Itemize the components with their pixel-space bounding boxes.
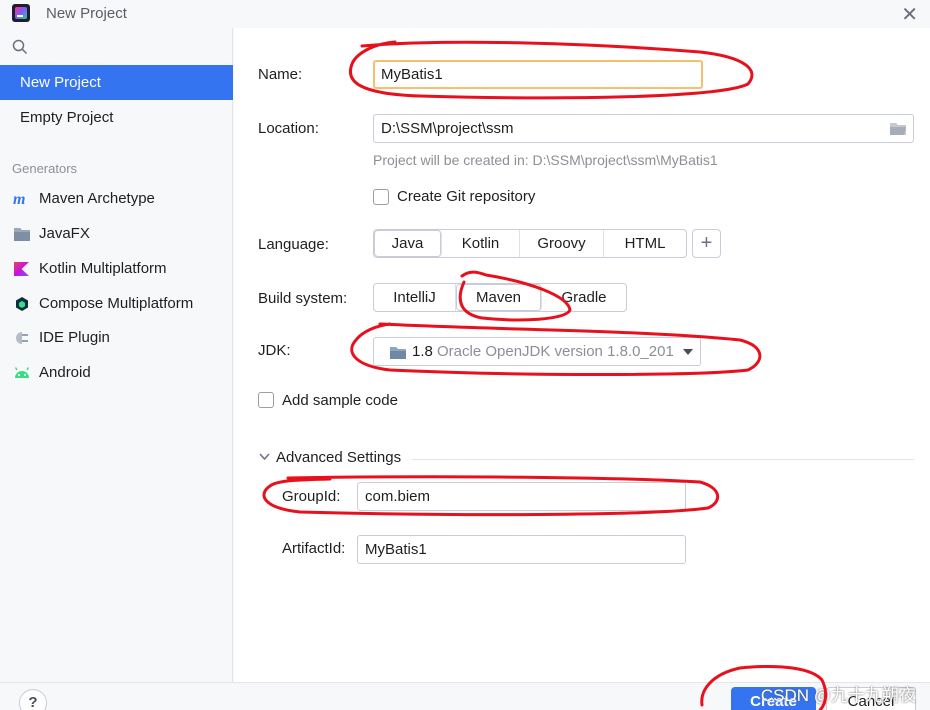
jdk-name: Oracle OpenJDK version 1.8.0_201 (437, 343, 674, 360)
sidebar-item-android[interactable]: Android (0, 356, 233, 390)
add-sample-code-checkbox[interactable] (258, 392, 274, 408)
window-title: New Project (46, 5, 127, 22)
sidebar-item-label: Maven Archetype (39, 190, 155, 207)
sidebar-item-label: Android (39, 364, 91, 381)
location-label: Location: (258, 120, 319, 137)
sidebar-item-compose-multiplatform[interactable]: Compose Multiplatform (0, 287, 233, 321)
svg-text:m: m (13, 191, 25, 207)
jdk-folder-icon (390, 347, 406, 359)
name-input[interactable]: MyBatis1 (373, 60, 703, 89)
help-button[interactable]: ? (19, 689, 47, 710)
build-option-maven[interactable]: Maven (456, 284, 542, 311)
build-option-gradle[interactable]: Gradle (542, 284, 626, 311)
maven-icon: m (13, 191, 25, 207)
sidebar-item-label: IDE Plugin (39, 329, 110, 346)
create-git-label: Create Git repository (397, 188, 536, 205)
language-option-java[interactable]: Java (374, 230, 442, 257)
language-option-html[interactable]: HTML (604, 230, 686, 257)
sidebar: New Project Empty Project Generators m M… (0, 28, 233, 682)
groupid-input-value: com.biem (365, 488, 431, 505)
add-sample-code-label: Add sample code (282, 392, 398, 409)
compose-icon (16, 297, 28, 311)
add-language-button[interactable]: + (692, 229, 721, 258)
dialog-footer: ? Create Cancel CSDN @九十九朔夜 (0, 682, 930, 710)
sidebar-item-label: Compose Multiplatform (39, 295, 194, 312)
kotlin-icon (14, 262, 29, 276)
sidebar-item-label: Kotlin Multiplatform (39, 260, 167, 277)
advanced-settings-toggle[interactable]: Advanced Settings (276, 449, 401, 466)
name-label: Name: (258, 66, 303, 83)
location-input[interactable]: D:\SSM\project\ssm (373, 114, 914, 143)
language-selector: Java Kotlin Groovy HTML (373, 229, 687, 258)
build-option-intellij[interactable]: IntelliJ (374, 284, 456, 311)
sidebar-item-ide-plugin[interactable]: IDE Plugin (0, 321, 233, 355)
build-system-selector: IntelliJ Maven Gradle (373, 283, 627, 312)
language-label: Language: (258, 236, 329, 253)
artifactid-label: ArtifactId: (282, 540, 346, 557)
jdk-label: JDK: (258, 342, 291, 359)
artifactid-input[interactable]: MyBatis1 (357, 535, 686, 564)
chevron-down-icon (683, 349, 693, 355)
sidebar-item-label: Empty Project (20, 109, 114, 126)
groupid-label: GroupId: (282, 488, 341, 505)
language-option-groovy[interactable]: Groovy (520, 230, 604, 257)
create-git-checkbox[interactable] (373, 189, 389, 205)
jdk-dropdown[interactable]: 1.8 Oracle OpenJDK version 1.8.0_201 (373, 337, 701, 366)
sidebar-item-new-project[interactable]: New Project (0, 65, 233, 100)
section-divider (412, 459, 914, 460)
generators-heading: Generators (12, 161, 78, 176)
close-icon[interactable]: ✕ (901, 2, 918, 27)
plugin-icon (16, 332, 28, 344)
javafx-icon (14, 228, 30, 241)
sidebar-item-kotlin-multiplatform[interactable]: Kotlin Multiplatform (0, 252, 233, 286)
chevron-down-icon[interactable] (259, 453, 270, 461)
artifactid-input-value: MyBatis1 (365, 541, 427, 558)
sidebar-item-empty-project[interactable]: Empty Project (0, 100, 233, 135)
sidebar-item-label: JavaFX (39, 225, 90, 242)
project-form: Name: MyBatis1 Location: D:\SSM\project\… (234, 28, 930, 682)
folder-browse-icon[interactable] (889, 121, 907, 136)
name-input-value: MyBatis1 (381, 66, 443, 83)
groupid-input[interactable]: com.biem (357, 482, 686, 511)
location-input-value: D:\SSM\project\ssm (381, 120, 514, 137)
sidebar-item-maven-archetype[interactable]: m Maven Archetype (0, 182, 233, 216)
language-option-kotlin[interactable]: Kotlin (442, 230, 520, 257)
sidebar-item-label: New Project (20, 74, 101, 91)
search-icon[interactable] (12, 39, 28, 55)
sidebar-item-javafx[interactable]: JavaFX (0, 217, 233, 251)
build-system-label: Build system: (258, 290, 348, 307)
location-hint: Project will be created in: D:\SSM\proje… (373, 152, 718, 168)
android-icon (14, 367, 30, 378)
title-bar: New Project ✕ (0, 0, 930, 28)
csdn-watermark: CSDN @九十九朔夜 (760, 686, 916, 705)
jdk-version: 1.8 (412, 343, 433, 360)
intellij-app-icon (12, 4, 30, 22)
